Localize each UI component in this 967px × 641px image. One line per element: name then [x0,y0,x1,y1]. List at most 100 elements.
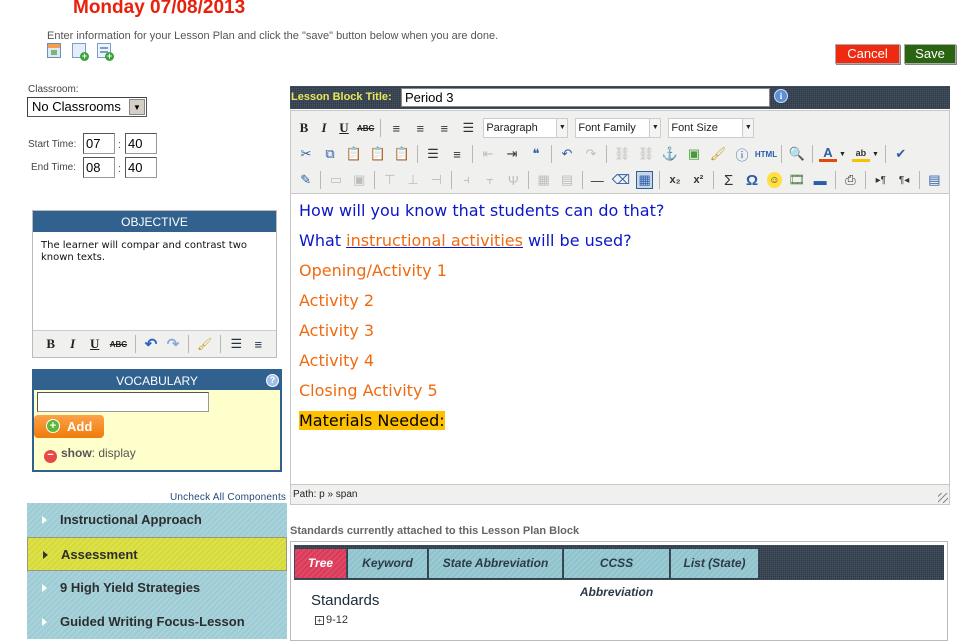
blockquote-icon[interactable]: ❝ [527,145,545,163]
eraser-icon[interactable]: ⌫ [612,171,630,189]
start-hour-input[interactable]: 07 [83,133,115,154]
bullet-list-icon[interactable]: ☰ [424,145,442,163]
editor-content-area[interactable]: How will you know that students can do t… [291,195,949,483]
lesson-block-title-input[interactable]: Period 3 [401,88,770,107]
bullet-list-icon[interactable]: ☰ [229,336,243,352]
italic-button[interactable]: I [317,120,331,136]
special-char-icon[interactable]: Ω [743,171,760,189]
expand-icon[interactable]: + [315,616,324,625]
print-icon[interactable]: ⎙ [842,171,859,189]
format-select[interactable]: Paragraph ▼ [483,118,569,138]
chevron-down-icon[interactable]: ▼ [129,99,145,115]
fullscreen-icon[interactable]: ▤ [926,171,943,189]
align-right-icon[interactable]: ≡ [435,119,453,137]
underline-button[interactable]: U [88,336,102,352]
insert-col-before-icon[interactable]: ⫞ [458,171,475,189]
cleanup-brush-icon[interactable]: 🖌 [709,145,727,163]
remove-icon[interactable]: − [44,450,57,463]
insert-col-after-icon[interactable]: ⫟ [481,171,498,189]
component-high-yield-strategies[interactable]: 9 High Yield Strategies [27,571,287,605]
cut-icon[interactable]: ✂ [297,145,315,163]
tab-list-state[interactable]: List (State) [671,549,758,578]
redo-icon[interactable]: ↷ [582,145,600,163]
chevron-down-icon[interactable]: ▼ [556,118,569,138]
undo-icon[interactable]: ↶ [558,145,576,163]
anchor-icon[interactable]: ⚓ [661,145,679,163]
table-row-props-icon[interactable]: ▭ [327,171,344,189]
resize-handle[interactable] [938,493,948,503]
component-instructional-approach[interactable]: Instructional Approach [27,503,287,537]
tab-keyword[interactable]: Keyword [348,549,427,578]
align-center-icon[interactable]: ≡ [411,119,429,137]
text-color-icon[interactable]: A [819,145,837,162]
paste-text-icon[interactable]: 📋 [369,145,387,163]
subscript-icon[interactable]: x₂ [666,171,683,189]
chevron-down-icon[interactable]: ▼ [872,151,879,158]
help-icon[interactable]: ? [266,374,279,387]
objective-textarea[interactable]: The learner will compar and contrast two… [33,232,276,332]
add-document-icon[interactable] [72,43,89,61]
cancel-button[interactable]: Cancel [835,44,900,64]
insert-row-after-icon[interactable]: ⊥ [404,171,421,189]
cleanup-brush-icon[interactable]: 🖌 [197,336,212,352]
horizontal-rule-icon[interactable]: — [589,171,606,189]
indent-icon[interactable]: ⇥ [503,145,521,163]
calendar-icon[interactable] [47,43,61,58]
bold-button[interactable]: B [297,120,311,136]
add-vocabulary-button[interactable]: + Add [34,415,104,438]
edit-icon[interactable]: ✎ [297,171,314,189]
font-size-select[interactable]: Font Size ▼ [668,118,755,138]
emoticon-icon[interactable]: ☺ [766,172,783,188]
help-icon[interactable]: ⓘ [733,145,751,163]
redo-icon[interactable]: ↷ [166,336,180,353]
tab-state-abbreviation[interactable]: State Abbreviation [429,549,562,578]
chevron-down-icon[interactable]: ▼ [839,151,846,158]
table-cell-props-icon[interactable]: ▣ [351,171,368,189]
start-minute-input[interactable]: 40 [125,133,157,154]
uncheck-all-components-link[interactable]: Uncheck All Components [170,492,286,503]
vocabulary-input[interactable] [37,392,209,412]
tab-tree[interactable]: Tree [295,549,346,578]
spellcheck-icon[interactable]: ✔ [892,145,910,163]
preview-icon[interactable]: 🔍 [788,145,806,163]
undo-icon[interactable]: ↶ [144,336,158,353]
bold-button[interactable]: B [44,336,58,352]
add-form-icon[interactable] [97,43,114,61]
italic-button[interactable]: I [66,336,80,352]
html-source-icon[interactable]: HTML [755,145,777,163]
insert-row-before-icon[interactable]: ⊤ [381,171,398,189]
ltr-icon[interactable]: ▸¶ [872,171,889,189]
superscript-icon[interactable]: x² [690,171,707,189]
classroom-select[interactable]: No Classrooms ▼ [27,97,147,117]
numbered-list-icon[interactable]: ≡ [251,336,265,352]
tab-ccss-abbreviation[interactable]: CCSS Abbreviation [564,549,669,599]
instructional-activities-link[interactable]: instructional activities [346,231,523,250]
underline-button[interactable]: U [337,120,351,136]
font-family-select[interactable]: Font Family ▼ [575,118,662,138]
align-justify-icon[interactable]: ☰ [459,119,477,137]
end-minute-input[interactable]: 40 [125,157,157,178]
unlink-icon[interactable]: ⛓ [637,145,655,163]
paste-icon[interactable]: 📋 [345,145,363,163]
tree-node[interactable]: +9-12 [315,614,348,626]
rtl-icon[interactable]: ¶◂ [895,171,912,189]
chevron-down-icon[interactable]: ▼ [649,118,662,138]
image-icon[interactable]: ▣ [685,145,703,163]
end-hour-input[interactable]: 08 [83,157,115,178]
chevron-down-icon[interactable]: ▼ [742,118,755,138]
numbered-list-icon[interactable]: ≡ [448,145,466,163]
strikethrough-button[interactable]: ABC [357,120,374,136]
merge-cells-icon[interactable]: ▤ [558,171,575,189]
split-cells-icon[interactable]: ▦ [535,171,552,189]
delete-col-icon[interactable]: Ψ [505,171,522,189]
info-icon[interactable]: i [774,89,788,103]
horizontal-line-icon[interactable]: ▬ [811,171,828,189]
strikethrough-button[interactable]: ABC [110,336,127,352]
align-left-icon[interactable]: ≡ [387,119,405,137]
link-icon[interactable]: ⛓ [613,145,631,163]
save-button[interactable]: Save [904,44,956,64]
media-icon[interactable]: 🎞 [788,171,806,189]
component-assessment[interactable]: Assessment [27,537,287,571]
delete-row-icon[interactable]: ⊣ [428,171,445,189]
highlight-color-icon[interactable]: ab [851,146,870,162]
